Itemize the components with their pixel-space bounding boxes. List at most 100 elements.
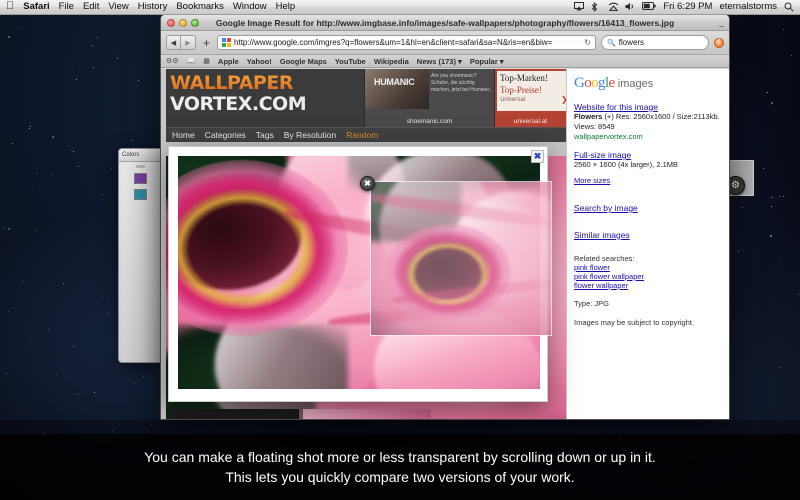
google-favicon [222,38,232,47]
volume-icon[interactable] [625,2,635,12]
overlay-shot-close-button[interactable]: ✖ [360,176,375,191]
related-search-pink-flower[interactable]: pink flower [574,263,724,272]
menu-history[interactable]: History [138,2,168,12]
bookmark-yahoo[interactable]: Yahoo! [247,57,272,66]
logo-letter-g2: g [598,75,605,91]
menu-help[interactable]: Help [276,2,296,12]
search-by-image-link[interactable]: Search by image [574,203,638,213]
copyright-notice: Images may be subject to copyright. [574,318,695,327]
logo-letter-g1: G [574,75,585,91]
ad-image [365,69,429,109]
navigation-buttons[interactable]: ◀ ▶ [166,35,196,50]
related-searches-label: Related searches: [574,254,635,263]
ad-brand-label: HUMANIC [374,77,415,87]
add-tab-button[interactable]: + [201,37,212,49]
bookmark-apple[interactable]: Apple [218,57,239,66]
image-meta-line: Flowers (+) Res: 2560x1600 / Size:2113kb… [574,112,724,122]
airplay-icon[interactable] [574,2,585,12]
fullscreen-icon[interactable]: ⏟ [719,18,729,28]
site-logo-line2: VORTEX.COM [170,93,307,115]
window-title: Google Image Result for http://www.imgba… [215,17,675,28]
logo-suffix: images [617,78,654,90]
bookmark-google-maps[interactable]: Google Maps [280,57,327,66]
ad-brand-2: Universal. [500,97,527,103]
apple-menu-icon[interactable]:  [6,1,14,12]
image-name: Flowers [574,112,603,121]
advertisement-universal[interactable]: Top-Marken! Top-Preise! Universal. ❯ ☜ ☜… [494,69,566,127]
bookmark-news[interactable]: News (173) ▾ [417,57,462,66]
menu-file[interactable]: File [59,2,74,12]
menu-bookmarks[interactable]: Bookmarks [176,2,224,12]
menubar-username[interactable]: eternalstorms [719,2,777,12]
image-meta: (+) Res: 2560x1600 / Size:2113kb. [604,112,720,121]
help-line-2: This lets you quickly compare two versio… [225,469,575,485]
reader-icon[interactable]: 📖 [187,57,196,65]
battery-icon[interactable] [642,2,656,12]
search-field[interactable]: 🔍 flowers [601,35,709,50]
cover-flow-icon[interactable]: ⚙⚙ [166,57,179,65]
full-size-image-link[interactable]: Full-size image [574,150,724,160]
background-window-title: Colors [119,149,162,162]
address-bar[interactable]: http://www.google.com/imgres?q=flowers&u… [217,35,596,50]
close-button[interactable] [167,18,175,27]
safari-toolbar: ◀ ▶ + http://www.google.com/imgres?q=flo… [161,31,729,55]
menu-view[interactable]: View [108,2,128,12]
bookmarks-bar: ⚙⚙ 📖 ▦ Apple Yahoo! Google Maps YouTube … [161,55,729,68]
download-indicator-icon[interactable]: ⇩ [714,37,724,48]
overlay-shade [0,420,800,434]
background-window[interactable]: Colors [118,148,163,363]
bookmark-wikipedia[interactable]: Wikipedia [374,57,409,66]
thumbnail-image [171,409,299,419]
menu-window[interactable]: Window [233,2,267,12]
top-sites-icon[interactable]: ▦ [203,57,210,65]
safari-titlebar[interactable]: Google Image Result for http://www.imgba… [161,15,729,31]
color-swatch-teal[interactable] [134,189,147,200]
spotlight-search-icon[interactable] [784,2,794,12]
image-type-label: Type: JPG [574,299,610,308]
related-search-pink-flower-wallpaper[interactable]: pink flower wallpaper [574,272,724,281]
hand-cursor-icon: ☜ [548,93,557,103]
google-images-logo: Google images [574,75,724,93]
site-navigation: Home Categories Tags By Resolution Rando… [166,127,566,142]
site-logo[interactable]: WALLPAPER VORTEX.COM [166,69,364,127]
advertisement-humanic[interactable]: HUMANIC Are you shoemanic? Schuhe, die s… [364,69,494,127]
similar-images-link[interactable]: Similar images [574,230,630,240]
wifi-icon[interactable] [608,2,619,12]
nav-home[interactable]: Home [172,130,195,140]
minimize-button[interactable] [179,18,187,27]
help-line-1: You can make a floating shot more or les… [144,449,656,465]
window-grip [136,165,145,168]
menu-safari[interactable]: Safari [23,2,49,12]
bluetooth-icon[interactable] [591,1,601,13]
nav-by-resolution[interactable]: By Resolution [284,130,336,140]
help-overlay: You can make a floating shot more or les… [0,434,800,500]
window-controls[interactable] [161,18,199,27]
floating-shot-close-button[interactable]: ✖ [531,150,544,163]
ad-url-label-2: universal.at [513,118,548,125]
site-logo-line1: WALLPAPER [170,73,364,94]
bookmark-youtube[interactable]: YouTube [335,57,366,66]
bookmark-popular[interactable]: Popular ▾ [470,57,504,66]
address-bar-value: http://www.google.com/imgres?q=flowers&u… [234,38,553,47]
thumbnail-item[interactable]: Flowers (+) Res: 1600x1200 / Size:578kb … [171,409,299,419]
ad-headline-1: Top-Marken! [500,73,548,83]
ad-url-label: shoemanic.com [406,118,453,125]
thumbnail-image-2 [303,409,431,419]
forward-button[interactable]: ▶ [181,35,196,50]
more-sizes-link[interactable]: More sizes [574,176,610,185]
search-field-value: flowers [618,38,645,47]
website-for-this-image-link[interactable]: Website for this image [574,102,724,112]
nav-tags[interactable]: Tags [256,130,274,140]
nav-categories[interactable]: Categories [205,130,246,140]
back-button[interactable]: ◀ [166,35,181,50]
related-search-flower-wallpaper[interactable]: flower wallpaper [574,281,724,290]
zoom-button[interactable] [191,18,199,27]
menubar-clock[interactable]: Fri 6:29 PM [663,2,712,12]
color-swatch-purple[interactable] [134,173,147,184]
thumbnail-item-2[interactable]: Flowers (+) Res: 2560x1600 / Size:838kb … [303,409,431,419]
nav-random[interactable]: Random [346,130,378,140]
chevron-right-icon: ❯ [561,95,566,104]
overlay-shot-window[interactable] [370,181,552,336]
reload-icon[interactable]: ↻ [584,38,591,47]
menu-edit[interactable]: Edit [83,2,99,12]
